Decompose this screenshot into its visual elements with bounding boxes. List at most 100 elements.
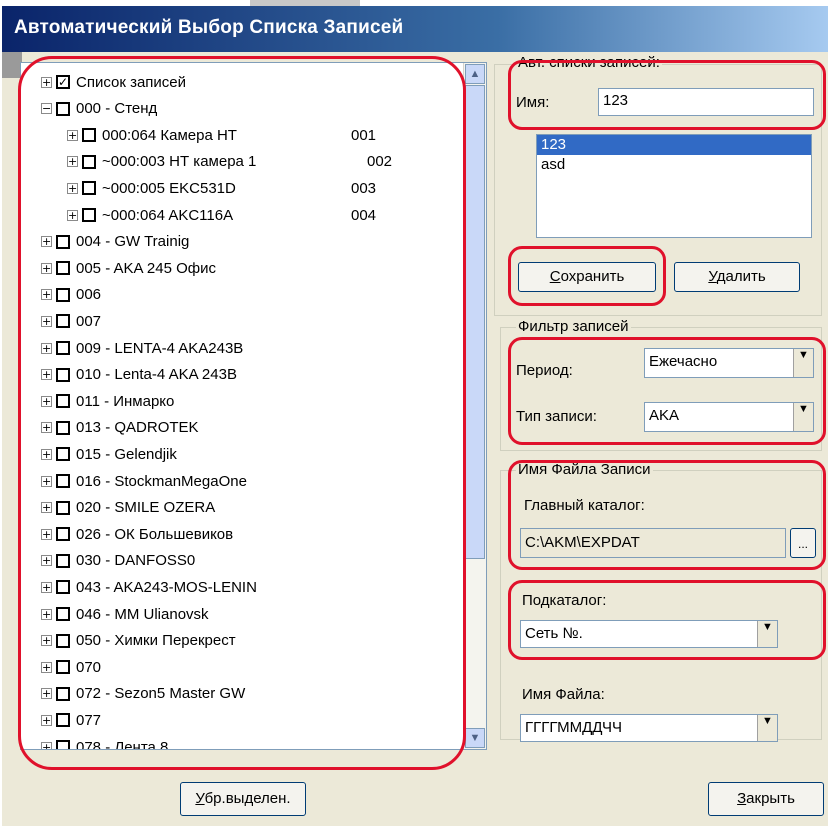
subdir-select[interactable]: Сеть №. ▼ [520,620,778,648]
tree-item-checkbox[interactable] [82,128,96,143]
expand-icon[interactable]: + [41,342,52,354]
expand-icon[interactable]: + [67,129,78,141]
delete-button[interactable]: Удалить [674,262,800,292]
clear-selection-button[interactable]: Убр.выделен. [180,782,306,816]
tree-item-checkbox[interactable] [56,686,70,701]
tree-item-checkbox[interactable] [56,740,70,749]
tree-item[interactable]: + ✓ Список записей [41,69,441,95]
tree-item-checkbox[interactable] [56,394,70,409]
tree-item[interactable]: +010 - Lenta-4 AKA 243B [41,362,441,388]
expand-icon[interactable]: + [41,369,52,381]
tree-item-checkbox[interactable] [56,713,70,728]
tree-item-checkbox[interactable] [56,527,70,542]
period-select[interactable]: Ежечасно ▼ [644,348,814,378]
title-bar[interactable]: Автоматический Выбор Списка Записей [2,6,828,52]
tree-item[interactable]: +043 - AKA243-MOS-LENIN [41,574,441,600]
expand-icon[interactable]: + [41,502,52,514]
record-type-select[interactable]: AKA ▼ [644,402,814,432]
tree-item[interactable]: +077 [41,707,441,733]
tree-item-checkbox[interactable] [56,234,70,249]
auto-lists-listbox[interactable]: 123 asd [536,134,812,238]
tree-item-checkbox[interactable] [56,580,70,595]
tree-item-checkbox[interactable]: ✓ [56,75,70,89]
tree-item-checkbox[interactable] [82,154,96,169]
save-button[interactable]: Сохранить [518,262,656,292]
tree-item-checkbox[interactable] [82,208,96,222]
tree-item[interactable]: +000:064 Камера НТ 001 [67,122,467,148]
expand-icon[interactable]: + [41,236,52,248]
expand-icon[interactable]: + [41,608,52,620]
expand-icon[interactable]: + [41,555,52,567]
tree-item-checkbox[interactable] [56,287,70,302]
tree-item-checkbox[interactable] [56,553,70,568]
scroll-thumb[interactable] [465,85,485,559]
expand-icon[interactable]: + [41,741,52,749]
tree-item[interactable]: + ~000:005 EKC531D 003 [67,175,467,201]
tree-item-checkbox[interactable] [56,607,70,621]
tree-item-checkbox[interactable] [56,101,70,116]
auto-list-item[interactable]: asd [537,155,811,175]
tree-item-checkbox[interactable] [56,447,70,462]
tree-item-checkbox[interactable] [56,660,70,675]
tree-item[interactable]: − 000 - Стенд [41,96,441,122]
scroll-up-icon[interactable]: ▲ [465,64,485,84]
tree-item[interactable]: +030 - DANFOSS0 [41,548,441,574]
tree-item[interactable]: +004 - GW Trainig [41,229,441,255]
chevron-down-icon[interactable]: ▼ [793,403,813,431]
expand-icon[interactable]: + [41,422,52,434]
tree-item[interactable]: + ~000:003 НТ камера 1 002 [67,149,467,175]
expand-icon[interactable]: + [41,714,52,726]
tree-item-checkbox[interactable] [56,367,70,382]
tree-item[interactable]: +072 - Sezon5 Master GW [41,681,441,707]
expand-icon[interactable]: + [41,448,52,460]
chevron-down-icon[interactable]: ▼ [757,621,777,647]
expand-icon[interactable]: + [41,528,52,540]
tree-item[interactable]: +050 - Химки Перекрест [41,628,441,654]
tree-item[interactable]: +070 [41,654,441,680]
expand-icon[interactable]: + [41,581,52,593]
auto-list-item[interactable]: 123 [537,135,811,155]
tree-item[interactable]: +046 - MM Ulianovsk [41,601,441,627]
chevron-down-icon[interactable]: ▼ [793,349,813,377]
tree-item-checkbox[interactable] [56,474,70,488]
tree-item[interactable]: +005 - AKA 245 Офис [41,255,441,281]
chevron-down-icon[interactable]: ▼ [757,715,777,741]
browse-button[interactable]: ... [790,528,816,558]
expand-icon[interactable]: + [41,315,52,327]
expand-icon[interactable]: + [41,661,52,673]
tree-item[interactable]: +013 - QADROTEK [41,415,441,441]
expand-icon[interactable]: + [41,262,52,274]
filename-select[interactable]: ГГГГММДДЧЧ ▼ [520,714,778,742]
expand-icon[interactable]: + [41,76,52,88]
tree-item[interactable]: +078 - Лента 8 [41,734,441,749]
expand-icon[interactable]: + [41,289,52,301]
tree-item-checkbox[interactable] [56,261,70,276]
expand-icon[interactable]: + [41,635,52,647]
expand-icon[interactable]: + [41,395,52,407]
expand-icon[interactable]: + [67,209,78,221]
tree-item[interactable]: +007 [41,308,441,334]
tree-item-checkbox[interactable] [56,633,70,648]
collapse-icon[interactable]: − [41,103,52,115]
tree-item[interactable]: +011 - Инмарко [41,388,441,414]
tree-item[interactable]: +015 - Gelendjik [41,441,441,467]
tree-item-checkbox[interactable] [82,181,96,196]
tree-item[interactable]: +016 - StockmanMegaOne [41,468,441,494]
main-dir-field[interactable]: C:\AKM\EXPDAT [520,528,786,558]
expand-icon[interactable]: + [41,475,52,487]
list-name-input[interactable]: 123 [598,88,814,116]
scroll-down-icon[interactable]: ▼ [465,728,485,748]
tree-item-checkbox[interactable] [56,314,70,329]
expand-icon[interactable]: + [67,156,78,168]
tree-item[interactable]: +006 [41,282,441,308]
tree-item[interactable]: +026 - ОК Большевиков [41,521,441,547]
tree-item-checkbox[interactable] [56,500,70,515]
tree-item-checkbox[interactable] [56,341,70,355]
tree-item[interactable]: +009 - LENTA-4 AKA243B [41,335,441,361]
tree-item[interactable]: +020 - SMILE OZERA [41,495,441,521]
tree-item-checkbox[interactable] [56,420,70,435]
close-button[interactable]: Закрыть [708,782,824,816]
expand-icon[interactable]: + [41,688,52,700]
expand-icon[interactable]: + [67,182,78,194]
tree-scrollbar[interactable]: ▲ ▼ [463,63,486,749]
